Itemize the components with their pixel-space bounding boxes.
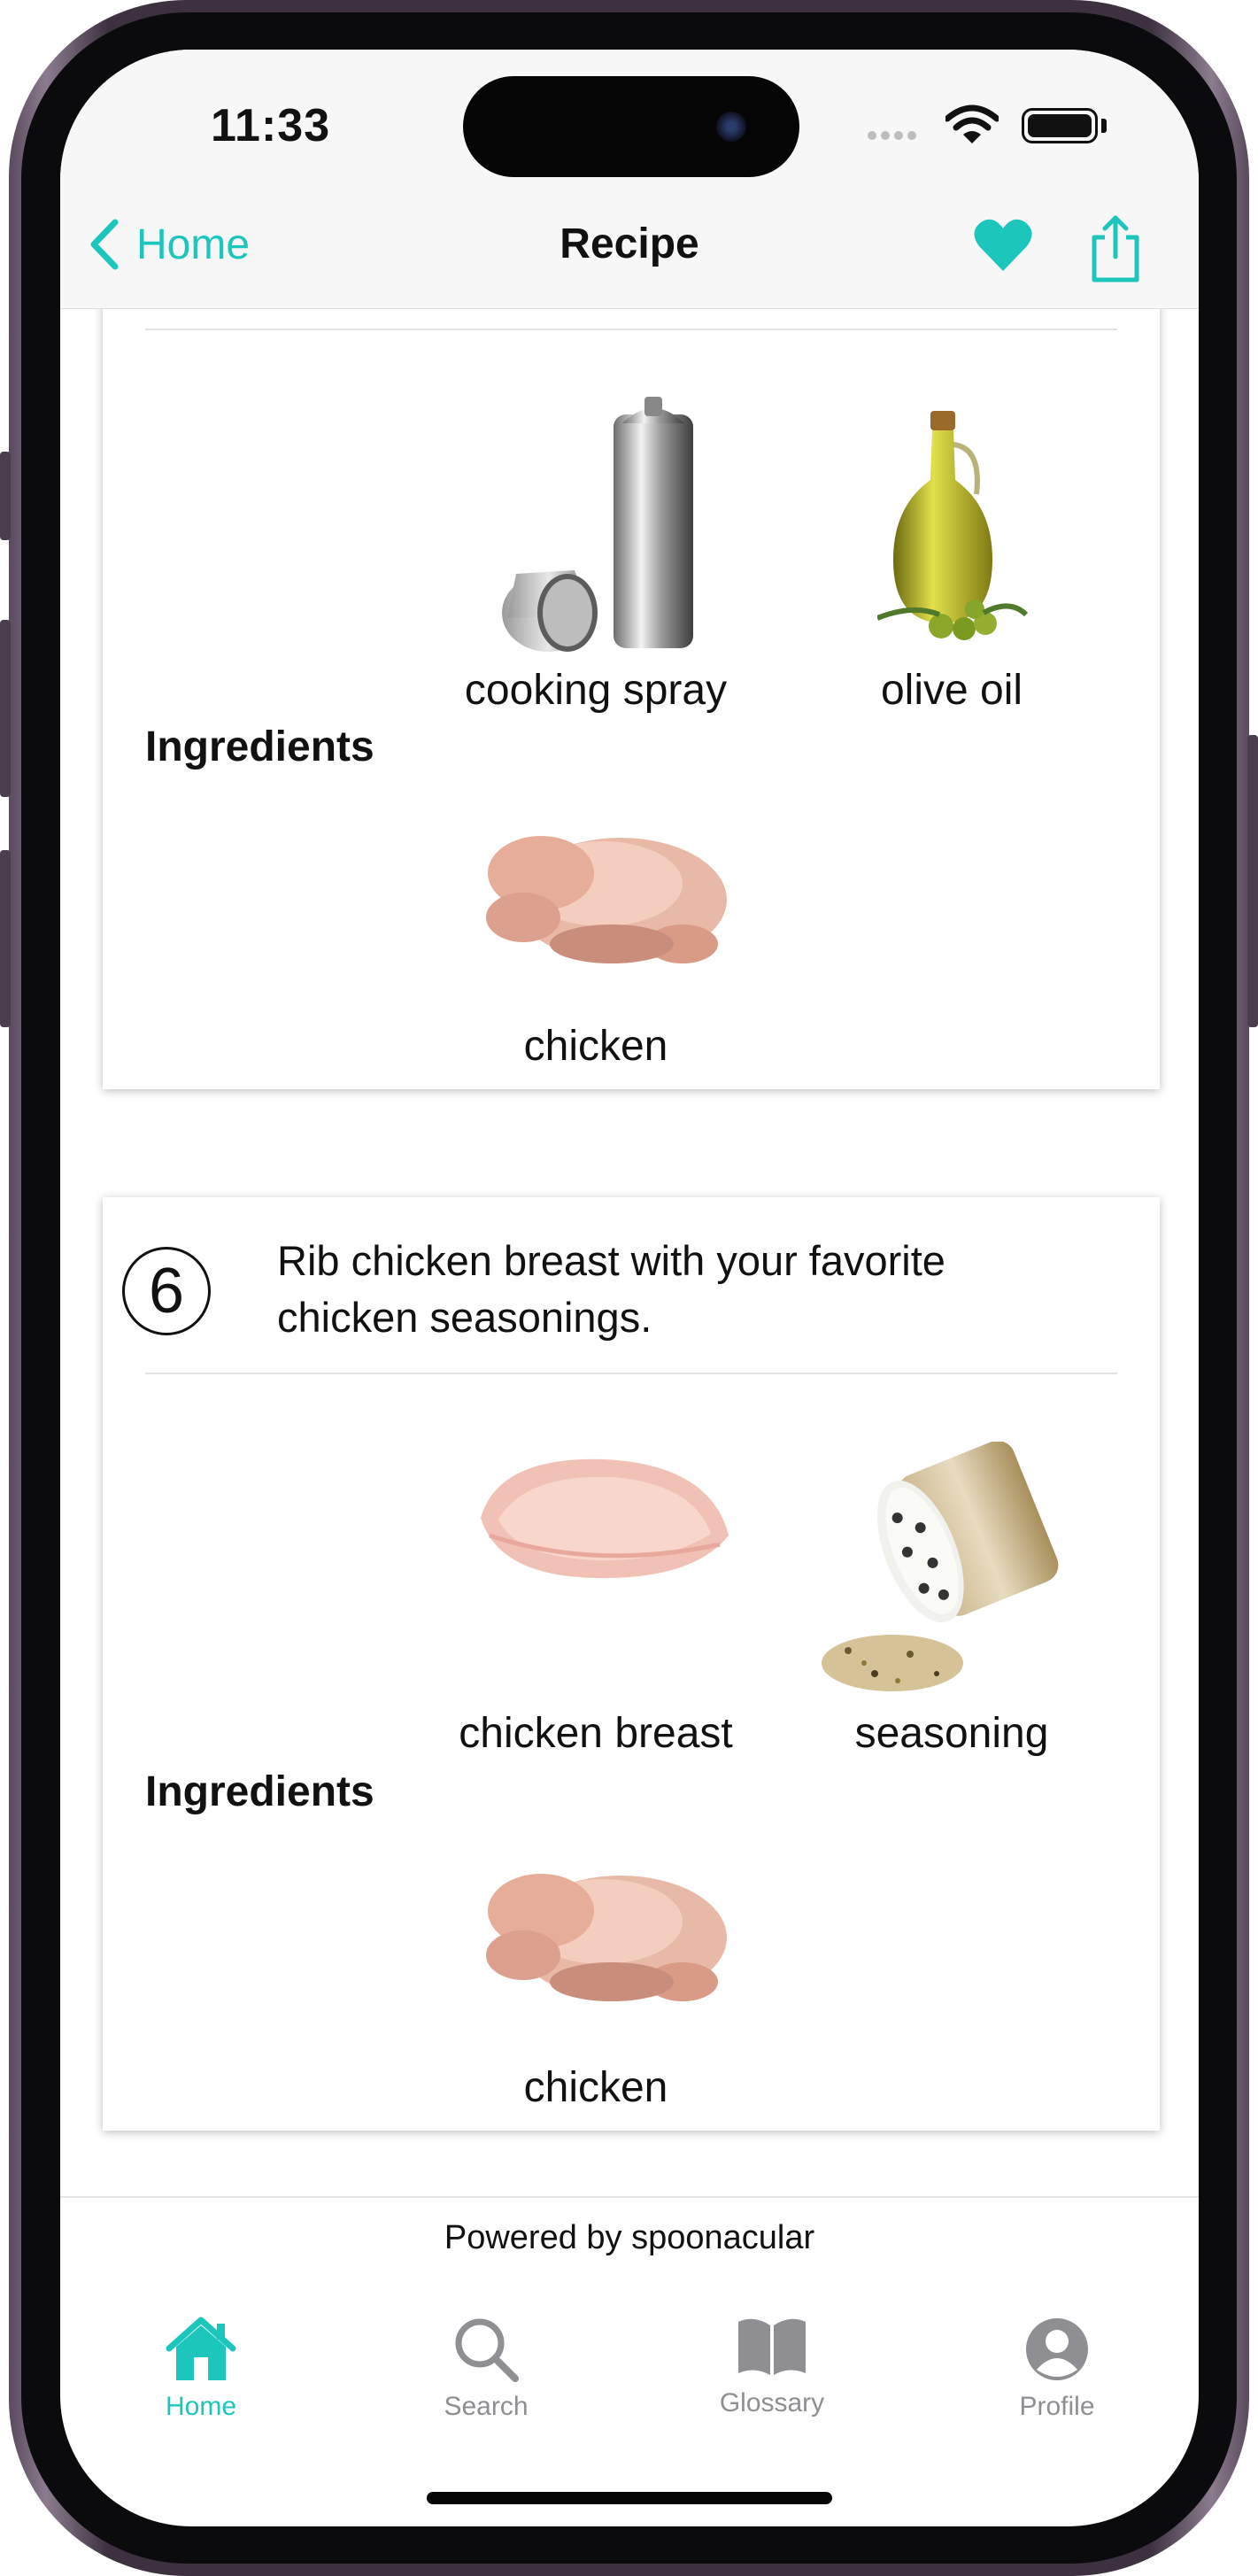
- card-divider: [145, 1373, 1117, 1374]
- power-button: [1247, 735, 1258, 1027]
- top-bar: 11:33 Home Recipe: [60, 50, 1199, 309]
- step-instruction-line: Rib chicken breast with your favorite: [277, 1237, 945, 1284]
- step-card-6: 6 Rib chicken breast with your favorite …: [103, 1197, 1160, 2131]
- ingredient-name: olive oil: [880, 667, 1023, 714]
- share-icon: [1092, 215, 1139, 282]
- step-number: 6: [148, 1256, 185, 1327]
- volume-down-button: [0, 850, 11, 1027]
- cellular-signal-icon: [868, 128, 921, 144]
- tab-label: Profile: [1019, 2392, 1095, 2421]
- person-icon: [1026, 2318, 1088, 2380]
- battery-icon: [1022, 108, 1098, 143]
- tab-label: Home: [165, 2392, 237, 2421]
- tab-glossary[interactable]: Glossary: [683, 2317, 861, 2418]
- ingredient-name: cooking spray: [464, 667, 728, 714]
- battery-tip: [1101, 119, 1107, 133]
- cooking-spray-image: [490, 397, 702, 654]
- search-icon: [455, 2318, 519, 2382]
- tab-bar-divider: [60, 2196, 1199, 2198]
- card-divider: [145, 329, 1117, 330]
- step-number-badge: 6: [122, 1247, 211, 1335]
- step-card-5: Ingredients cooking spray olive oil chic…: [103, 262, 1160, 1089]
- tab-search[interactable]: Search: [397, 2317, 575, 2422]
- status-time: 11:33: [211, 100, 331, 151]
- tab-profile[interactable]: Profile: [969, 2317, 1146, 2422]
- dynamic-island: [463, 76, 799, 177]
- whole-chicken-image: [479, 811, 736, 979]
- volume-up-button: [0, 620, 11, 797]
- share-button[interactable]: [1089, 214, 1142, 288]
- powered-by-credit: Powered by spoonacular: [444, 2219, 815, 2256]
- tab-home[interactable]: Home: [112, 2317, 289, 2422]
- heart-icon: [974, 219, 1032, 271]
- house-icon: [166, 2317, 236, 2380]
- step-instruction: Rib chicken breast with your favorite ch…: [277, 1233, 1109, 1346]
- favorite-button[interactable]: [974, 218, 1032, 277]
- whole-chicken-image: [479, 1849, 736, 2017]
- chicken-breast-image: [463, 1438, 737, 1597]
- ingredients-label: Ingredients: [145, 723, 374, 770]
- ingredient-name: seasoning: [854, 1710, 1049, 1757]
- ingredient-name: chicken breast: [459, 1710, 733, 1757]
- ingredient-name: chicken: [523, 2064, 668, 2111]
- ingredient-name: chicken: [523, 1023, 668, 1070]
- tab-label: Glossary: [719, 2388, 825, 2417]
- camera-lens: [716, 112, 746, 142]
- silent-switch: [0, 452, 11, 540]
- step-instruction-line: chicken seasonings.: [277, 1294, 652, 1341]
- tab-label: Search: [444, 2392, 529, 2421]
- ingredients-label: Ingredients: [145, 1768, 374, 1815]
- olive-oil-image: [876, 409, 1029, 648]
- seasoning-image: [822, 1440, 1087, 1698]
- screen: Ingredients cooking spray olive oil chic…: [60, 50, 1199, 2526]
- book-icon: [738, 2318, 806, 2375]
- wifi-icon: [944, 104, 1000, 150]
- home-indicator[interactable]: [427, 2492, 832, 2504]
